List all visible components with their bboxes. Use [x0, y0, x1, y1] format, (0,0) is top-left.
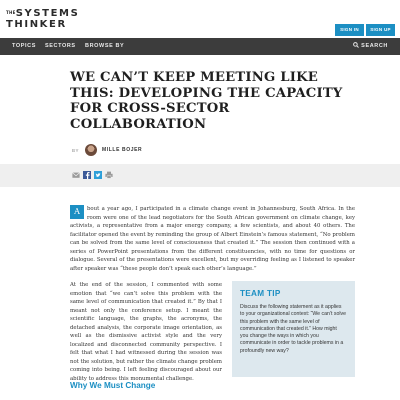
nav-item-sectors[interactable]: SECTORS — [45, 38, 76, 55]
section-heading: Why We Must Change — [70, 381, 156, 390]
article-title: WE CAN’T KEEP MEETING LIKE THIS: DEVELOP… — [70, 70, 343, 132]
team-tip-body: Discuss the following statement as it ap… — [240, 304, 347, 354]
share-bar — [0, 164, 400, 187]
sign-up-button[interactable]: SIGN UP — [366, 24, 395, 36]
drop-cap: A — [70, 205, 84, 219]
byline: BY MILLE BOJER — [72, 143, 142, 157]
twitter-icon[interactable] — [94, 171, 102, 179]
search-button[interactable]: SEARCH — [353, 38, 388, 55]
nav-item-browse-by[interactable]: BROWSE BY — [85, 38, 124, 55]
site-logo[interactable]: THESYSTEMS THINKER — [6, 7, 79, 30]
paragraph-1-text: bout a year ago, I participated in a cli… — [70, 206, 355, 272]
author-avatar — [85, 144, 98, 156]
nav-item-topics[interactable]: TOPICS — [12, 38, 36, 55]
mail-icon[interactable] — [72, 171, 80, 179]
by-label: BY — [72, 147, 80, 153]
logo-line2: THINKER — [6, 19, 67, 30]
logo-line1: THESYSTEMS — [6, 8, 80, 19]
search-label: SEARCH — [361, 43, 388, 49]
print-icon[interactable] — [105, 171, 113, 179]
team-tip-box: TEAM TIP Discuss the following statement… — [232, 281, 355, 377]
main-nav: TOPICS SECTORS BROWSE BY SEARCH — [0, 38, 400, 55]
search-icon — [353, 42, 360, 48]
article-paragraph-1: About a year ago, I participated in a cl… — [70, 205, 355, 273]
sign-in-button[interactable]: SIGN IN — [335, 24, 364, 36]
team-tip-title: TEAM TIP — [240, 289, 281, 298]
facebook-icon[interactable] — [83, 171, 91, 179]
site-header: THESYSTEMS THINKER SIGN IN SIGN UP — [0, 0, 400, 36]
author-name[interactable]: MILLE BOJER — [102, 147, 142, 153]
article-paragraph-2: At the end of the session, I commented w… — [70, 282, 222, 383]
